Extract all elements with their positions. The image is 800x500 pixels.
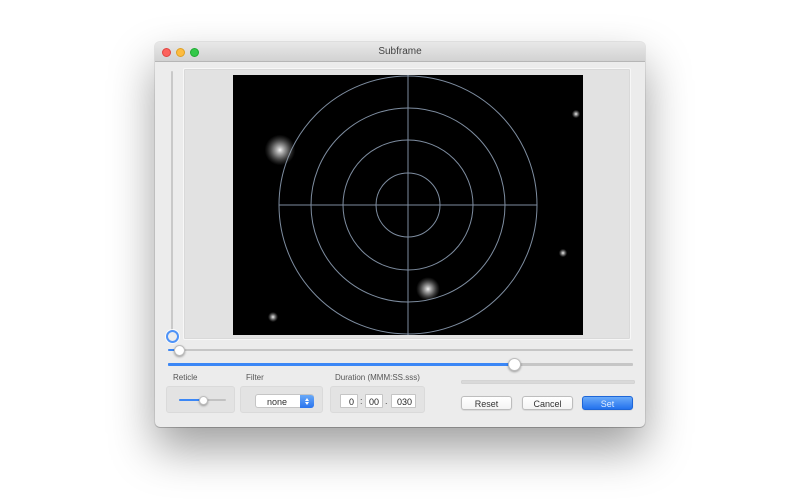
star	[571, 109, 581, 119]
image-well	[183, 68, 631, 340]
window-title: Subframe	[378, 46, 422, 57]
duration-dot: .	[385, 396, 388, 406]
reticle-overlay	[264, 75, 581, 335]
cancel-button[interactable]: Cancel	[522, 396, 573, 410]
star	[416, 277, 440, 301]
filter-group: none	[240, 386, 323, 413]
filter-popup-value: none	[266, 396, 288, 407]
reticle-opacity-slider[interactable]	[179, 395, 226, 405]
horizontal-pan-slider[interactable]	[168, 344, 633, 356]
reset-button[interactable]: Reset	[461, 396, 512, 410]
timeline-slider-fill	[168, 363, 515, 366]
reticle-slider-thumb[interactable]	[199, 395, 209, 405]
star	[558, 248, 568, 258]
separator-bar	[461, 380, 635, 384]
reticle-label: Reticle	[173, 373, 198, 382]
duration-group: 0 : 00 . 030	[330, 386, 425, 413]
reticle-group	[166, 386, 235, 413]
pan-slider-thumb[interactable]	[173, 344, 185, 356]
duration-colon: :	[360, 396, 363, 406]
vertical-slider[interactable]	[165, 71, 179, 343]
duration-seconds-field[interactable]: 00	[365, 394, 383, 408]
set-button[interactable]: Set	[582, 396, 633, 410]
vertical-slider-thumb[interactable]	[165, 329, 179, 343]
popup-stepper-icon	[299, 394, 314, 408]
star	[267, 311, 279, 323]
timeline-slider[interactable]	[168, 358, 633, 371]
title-bar[interactable]: Subframe	[155, 42, 645, 62]
subframe-window: Subframe Reticle Filter none Duration (M…	[155, 42, 645, 427]
duration-millis-field[interactable]: 030	[391, 394, 416, 408]
timeline-slider-thumb[interactable]	[508, 358, 522, 371]
filter-label: Filter	[246, 373, 264, 382]
chevron-down-icon	[304, 402, 309, 405]
subframe-preview[interactable]	[233, 75, 583, 335]
star	[264, 134, 296, 166]
duration-label: Duration (MMM:SS.sss)	[335, 373, 420, 382]
duration-minutes-field[interactable]: 0	[340, 394, 358, 408]
filter-popup[interactable]: none	[255, 394, 314, 408]
chevron-up-icon	[304, 397, 309, 401]
